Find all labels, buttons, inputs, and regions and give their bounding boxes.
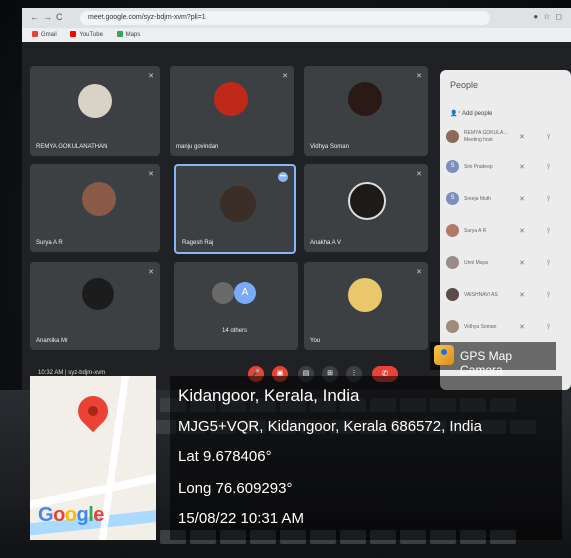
avatar — [446, 288, 459, 301]
meet-window: ✕ REMYA GOKULANATHAN ✕ manju govindan ✕ … — [22, 42, 571, 390]
person-role: Meeting host — [464, 137, 493, 143]
bookmarks-bar: Gmail YouTube Maps — [22, 28, 571, 42]
participant-tile-active[interactable]: ••• Ragesh Raj — [174, 164, 296, 254]
people-list-item[interactable]: S Sini Pradeep ✕ ⫯ — [446, 160, 566, 174]
avatar — [446, 224, 459, 237]
mic-pin-icons[interactable]: ✕ ⫯ — [519, 133, 560, 142]
people-list-item[interactable]: Vidhya Soman ✕ ⫯ — [446, 320, 566, 334]
avatar: S — [446, 160, 459, 173]
add-people-button[interactable]: 👤⁺ Add people — [450, 110, 492, 117]
avatar — [214, 82, 248, 116]
participant-tile[interactable]: ✕ manju govindan — [170, 66, 294, 156]
participant-name: 14 others — [222, 328, 248, 334]
mic-off-icon: ✕ — [282, 73, 288, 80]
photo: ←→C meet.google.com/syz-bdjm-xvm?pli=1 ●… — [0, 0, 571, 558]
location-place: Kidangoor, Kerala, India — [178, 386, 360, 405]
location-longitude: Long 76.609293° — [178, 480, 293, 497]
extension-icons[interactable]: ●☆◻ — [533, 12, 567, 21]
participant-name: Vidhya Soman — [310, 144, 349, 150]
participant-tile[interactable]: ✕ Surya A R — [30, 164, 160, 252]
participant-tile[interactable]: ✕ REMYA GOKULANATHAN — [30, 66, 160, 156]
mic-off-icon: ✕ — [416, 171, 422, 178]
mic-off-icon: ✕ — [148, 171, 154, 178]
gps-camera-icon — [434, 345, 454, 365]
participant-tile[interactable]: ✕ Anakha A V — [304, 164, 428, 252]
participant-name: Anakha A V — [310, 240, 342, 246]
participant-name: Anamika Mr — [36, 338, 69, 344]
participant-name: Ragesh Raj — [182, 240, 214, 246]
map-thumbnail: Google — [30, 376, 156, 540]
more-options-icon[interactable]: ••• — [278, 172, 288, 182]
gps-app-name: GPS Map Camera — [460, 349, 513, 377]
person-name: Vidhya Soman — [464, 324, 497, 330]
avatar — [348, 182, 386, 220]
participant-name: REMYA GOKULANATHAN — [36, 144, 108, 150]
laptop-screen: ←→C meet.google.com/syz-bdjm-xvm?pli=1 ●… — [22, 8, 571, 390]
participant-name: You — [310, 338, 321, 344]
location-latitude: Lat 9.678406° — [178, 448, 272, 465]
participant-tile[interactable]: ✕ Anamika Mr — [30, 262, 160, 350]
mic-off-icon: ✕ — [416, 269, 422, 276]
people-list-item[interactable]: Unni Maya ✕ ⫯ — [446, 256, 566, 270]
avatar — [220, 186, 256, 222]
avatar — [446, 320, 459, 333]
avatar — [82, 182, 116, 216]
google-logo: Google — [38, 504, 104, 526]
people-list-item[interactable]: S Sreeja Muth ✕ ⫯ — [446, 192, 566, 206]
nav-arrows-icon[interactable]: ←→C — [30, 12, 67, 22]
avatar — [78, 84, 112, 118]
participant-name: manju govindan — [176, 144, 219, 150]
person-name: VAISHNAVI AS — [464, 292, 498, 298]
participant-tile-self[interactable]: ✕ You — [304, 262, 428, 350]
person-name: Surya A R — [464, 228, 487, 234]
mic-off-icon: ✕ — [416, 73, 422, 80]
browser-toolbar: ←→C meet.google.com/syz-bdjm-xvm?pli=1 ●… — [22, 8, 571, 28]
location-address: MJG5+VQR, Kidangoor, Kerala 686572, Indi… — [178, 418, 482, 435]
mic-pin-icons[interactable]: ✕ ⫯ — [519, 195, 560, 204]
bookmark-gmail[interactable]: Gmail — [32, 31, 57, 38]
address-bar[interactable]: meet.google.com/syz-bdjm-xvm?pli=1 — [80, 11, 490, 25]
bookmark-youtube[interactable]: YouTube — [70, 31, 103, 38]
people-list-item[interactable]: REMYA GOKULA... Meeting host ✕ ⫯ — [446, 130, 566, 144]
people-panel-title: People — [450, 80, 479, 90]
participant-tile-others[interactable]: A 14 others — [174, 262, 298, 350]
mic-pin-icons[interactable]: ✕ ⫯ — [519, 291, 560, 300]
avatar — [446, 130, 459, 143]
person-name: Sini Pradeep — [464, 164, 493, 170]
bookmark-maps[interactable]: Maps — [116, 31, 140, 38]
avatar — [348, 82, 382, 116]
avatar — [348, 278, 382, 312]
mic-pin-icons[interactable]: ✕ ⫯ — [519, 323, 560, 332]
avatar — [212, 282, 234, 304]
location-overlay: Kidangoor, Kerala, India MJG5+VQR, Kidan… — [170, 376, 562, 540]
avatar — [82, 278, 114, 310]
people-list-item[interactable]: Surya A R ✕ ⫯ — [446, 224, 566, 238]
people-list-item[interactable]: VAISHNAVI AS ✕ ⫯ — [446, 288, 566, 302]
participant-tile[interactable]: ✕ Vidhya Soman — [304, 66, 428, 156]
person-name: Sreeja Muth — [464, 196, 491, 202]
avatar: S — [446, 192, 459, 205]
location-datetime: 15/08/22 10:31 AM — [178, 510, 304, 527]
mic-pin-icons[interactable]: ✕ ⫯ — [519, 259, 560, 268]
mic-off-icon: ✕ — [148, 73, 154, 80]
avatar-letter: A — [234, 282, 256, 304]
mic-off-icon: ✕ — [148, 269, 154, 276]
mic-pin-icons[interactable]: ✕ ⫯ — [519, 227, 560, 236]
person-name: Unni Maya — [464, 260, 488, 266]
person-name: REMYA GOKULA... — [464, 130, 508, 136]
avatar — [446, 256, 459, 269]
participant-name: Surya A R — [36, 240, 63, 246]
gps-camera-badge: GPS Map Camera — [430, 342, 556, 377]
mic-pin-icons[interactable]: ✕ ⫯ — [519, 163, 560, 172]
